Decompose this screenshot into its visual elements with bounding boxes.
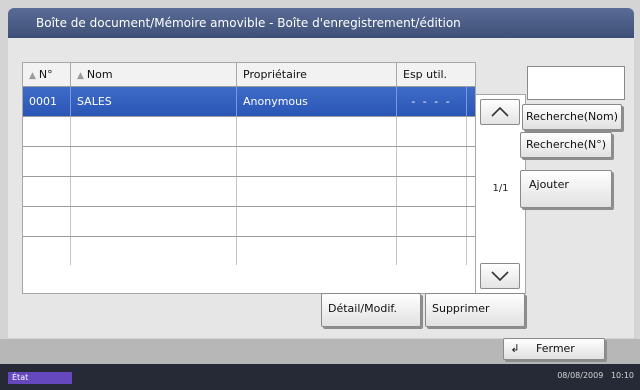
table-cell [71,117,237,146]
table-cell [23,177,71,206]
page-indicator: 1/1 [492,183,509,194]
table-cell [23,237,71,265]
status-bar: État 08/08/2009 10:10 [0,364,640,390]
table-cell [237,237,397,265]
table-cell [397,207,467,236]
state-badge[interactable]: État [8,372,72,384]
search-by-name-button[interactable]: Recherche(Nom) [522,104,622,130]
table-cell [71,177,237,206]
table-cell [237,177,397,206]
table-row[interactable] [23,147,475,177]
search-input[interactable] [527,66,625,100]
table-cell [397,117,467,146]
date: 08/08/2009 [557,371,604,380]
table-row[interactable] [23,237,475,265]
table-cell [397,237,467,265]
table-cell: - - - - [397,87,467,116]
scroll-panel: 1/1 [476,94,526,294]
main-panel: ▲ N° ▲ Nom Propriétaire Esp util. 0001 SALE… [8,38,634,338]
table-cell [237,207,397,236]
table-body: 0001 SALES Anonymous - - - - [23,87,475,265]
table-cell [237,117,397,146]
screen: Boîte de document/Mémoire amovible - Boî… [0,0,640,390]
chevron-up-icon [491,107,509,117]
scroll-down-button[interactable] [480,263,520,289]
return-arrow-icon: ↲ [510,342,520,355]
time: 10:10 [610,371,634,380]
table-cell: SALES [71,87,237,116]
column-header-number[interactable]: ▲ N° [23,63,71,86]
table-cell [71,207,237,236]
table-cell [23,117,71,146]
table-row[interactable]: 0001 SALES Anonymous - - - - [23,87,475,117]
chevron-down-icon [491,271,509,281]
window-title: Boîte de document/Mémoire amovible - Boî… [8,8,634,38]
table-cell [397,147,467,176]
column-header-owner[interactable]: Propriétaire [237,63,397,86]
table-cell [397,177,467,206]
table-row[interactable] [23,207,475,237]
table-cell [237,147,397,176]
detail-edit-button[interactable]: Détail/Modif. [321,293,421,327]
date-time: 08/08/2009 10:10 [557,371,634,380]
add-button[interactable]: Ajouter [520,170,612,208]
table-cell: 0001 [23,87,71,116]
table-cell [71,237,237,265]
sort-triangle-icon: ▲ [77,71,84,81]
box-table: ▲ N° ▲ Nom Propriétaire Esp util. 0001 SALE… [22,62,476,294]
table-header: ▲ N° ▲ Nom Propriétaire Esp util. [23,63,475,87]
search-by-number-button[interactable]: Recherche(N°) [520,132,612,158]
table-cell [23,207,71,236]
close-button[interactable]: ↲ Fermer [503,338,605,360]
table-cell [23,147,71,176]
table-row[interactable] [23,117,475,147]
table-cell [71,147,237,176]
scroll-up-button[interactable] [480,99,520,125]
delete-button[interactable]: Supprimer [425,293,525,327]
column-header-name[interactable]: ▲ Nom [71,63,237,86]
sort-triangle-icon: ▲ [29,71,36,81]
column-header-usage[interactable]: Esp util. [397,63,467,86]
table-row[interactable] [23,177,475,207]
table-cell: Anonymous [237,87,397,116]
